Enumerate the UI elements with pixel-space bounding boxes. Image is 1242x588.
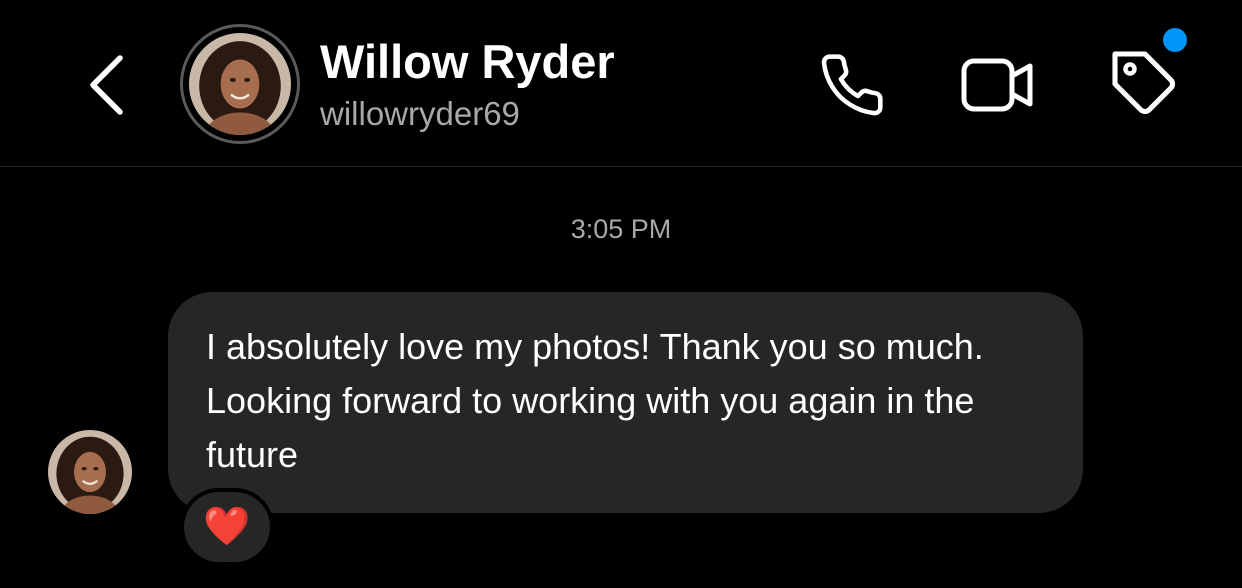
tag-icon — [1112, 51, 1175, 114]
message-bubble[interactable]: I absolutely love my photos! Thank you s… — [168, 292, 1083, 513]
chat-header: Willow Ryder willowryder69 — [0, 0, 1242, 167]
contact-display-name: Willow Ryder — [320, 35, 615, 88]
tag-button[interactable] — [1102, 44, 1188, 124]
back-button[interactable] — [78, 50, 136, 120]
chevron-left-icon — [90, 55, 123, 115]
notification-dot — [1163, 28, 1187, 52]
heart-reaction[interactable]: ❤️ — [180, 488, 274, 566]
phone-icon — [821, 54, 883, 116]
sender-avatar[interactable] — [48, 430, 132, 514]
contact-info[interactable]: Willow Ryder willowryder69 — [320, 34, 615, 136]
avatar-photo — [189, 33, 291, 135]
audio-call-button[interactable] — [810, 48, 894, 122]
video-call-button[interactable] — [952, 48, 1044, 122]
contact-username: willowryder69 — [320, 95, 520, 132]
message-timestamp: 3:05 PM — [570, 214, 672, 244]
video-camera-icon — [961, 58, 1033, 112]
contact-avatar[interactable] — [180, 24, 300, 144]
